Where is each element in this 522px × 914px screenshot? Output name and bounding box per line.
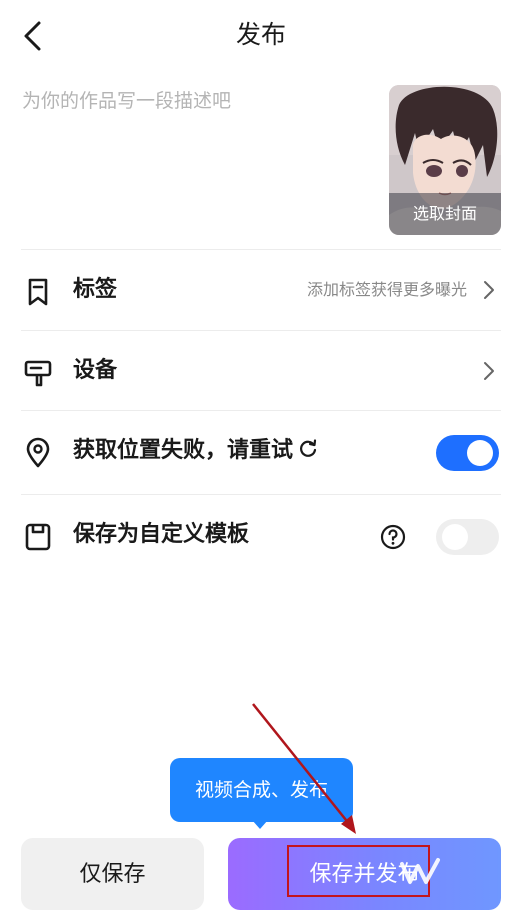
row-device[interactable]: 设备 <box>21 340 501 400</box>
divider <box>21 410 501 411</box>
save-only-button[interactable]: 仅保存 <box>21 838 204 910</box>
toggle-knob <box>442 524 468 550</box>
row-location-label[interactable]: 获取位置失败，请重试 <box>73 434 319 468</box>
cover-picker[interactable]: 选取封面 <box>389 85 501 235</box>
device-icon <box>24 360 52 387</box>
row-tags-label: 标签 <box>73 277 118 302</box>
row-location: 获取位置失败，请重试 <box>21 420 501 480</box>
page-title: 发布 <box>235 20 286 49</box>
compose-publish-tooltip: 视频合成、发布 <box>170 758 353 822</box>
chevron-right-icon <box>484 362 494 380</box>
divider <box>21 249 501 250</box>
divider <box>21 330 501 331</box>
help-icon[interactable] <box>379 523 407 551</box>
tooltip-tail <box>252 820 268 829</box>
cover-label: 选取封面 <box>389 193 501 235</box>
chevron-right-icon <box>484 281 494 299</box>
description-input[interactable] <box>22 86 372 116</box>
location-pin-icon <box>26 437 50 468</box>
row-device-label: 设备 <box>73 358 118 383</box>
divider <box>21 494 501 495</box>
row-template: 保存为自定义模板 <box>21 504 501 564</box>
refresh-icon[interactable] <box>297 437 319 459</box>
row-template-label: 保存为自定义模板 <box>73 522 250 547</box>
top-bar: 发布 <box>0 0 522 72</box>
row-tags-hint: 添加标签获得更多曝光 <box>306 280 467 299</box>
save-icon <box>25 523 51 551</box>
location-status-text: 获取位置失败，请重试 <box>73 438 294 463</box>
toggle-knob <box>467 440 493 466</box>
template-toggle[interactable] <box>436 519 499 555</box>
bookmark-icon <box>28 278 48 306</box>
location-toggle[interactable] <box>436 435 499 471</box>
row-tags[interactable]: 标签 添加标签获得更多曝光 <box>21 259 501 319</box>
watermark-logo-icon <box>400 858 440 884</box>
